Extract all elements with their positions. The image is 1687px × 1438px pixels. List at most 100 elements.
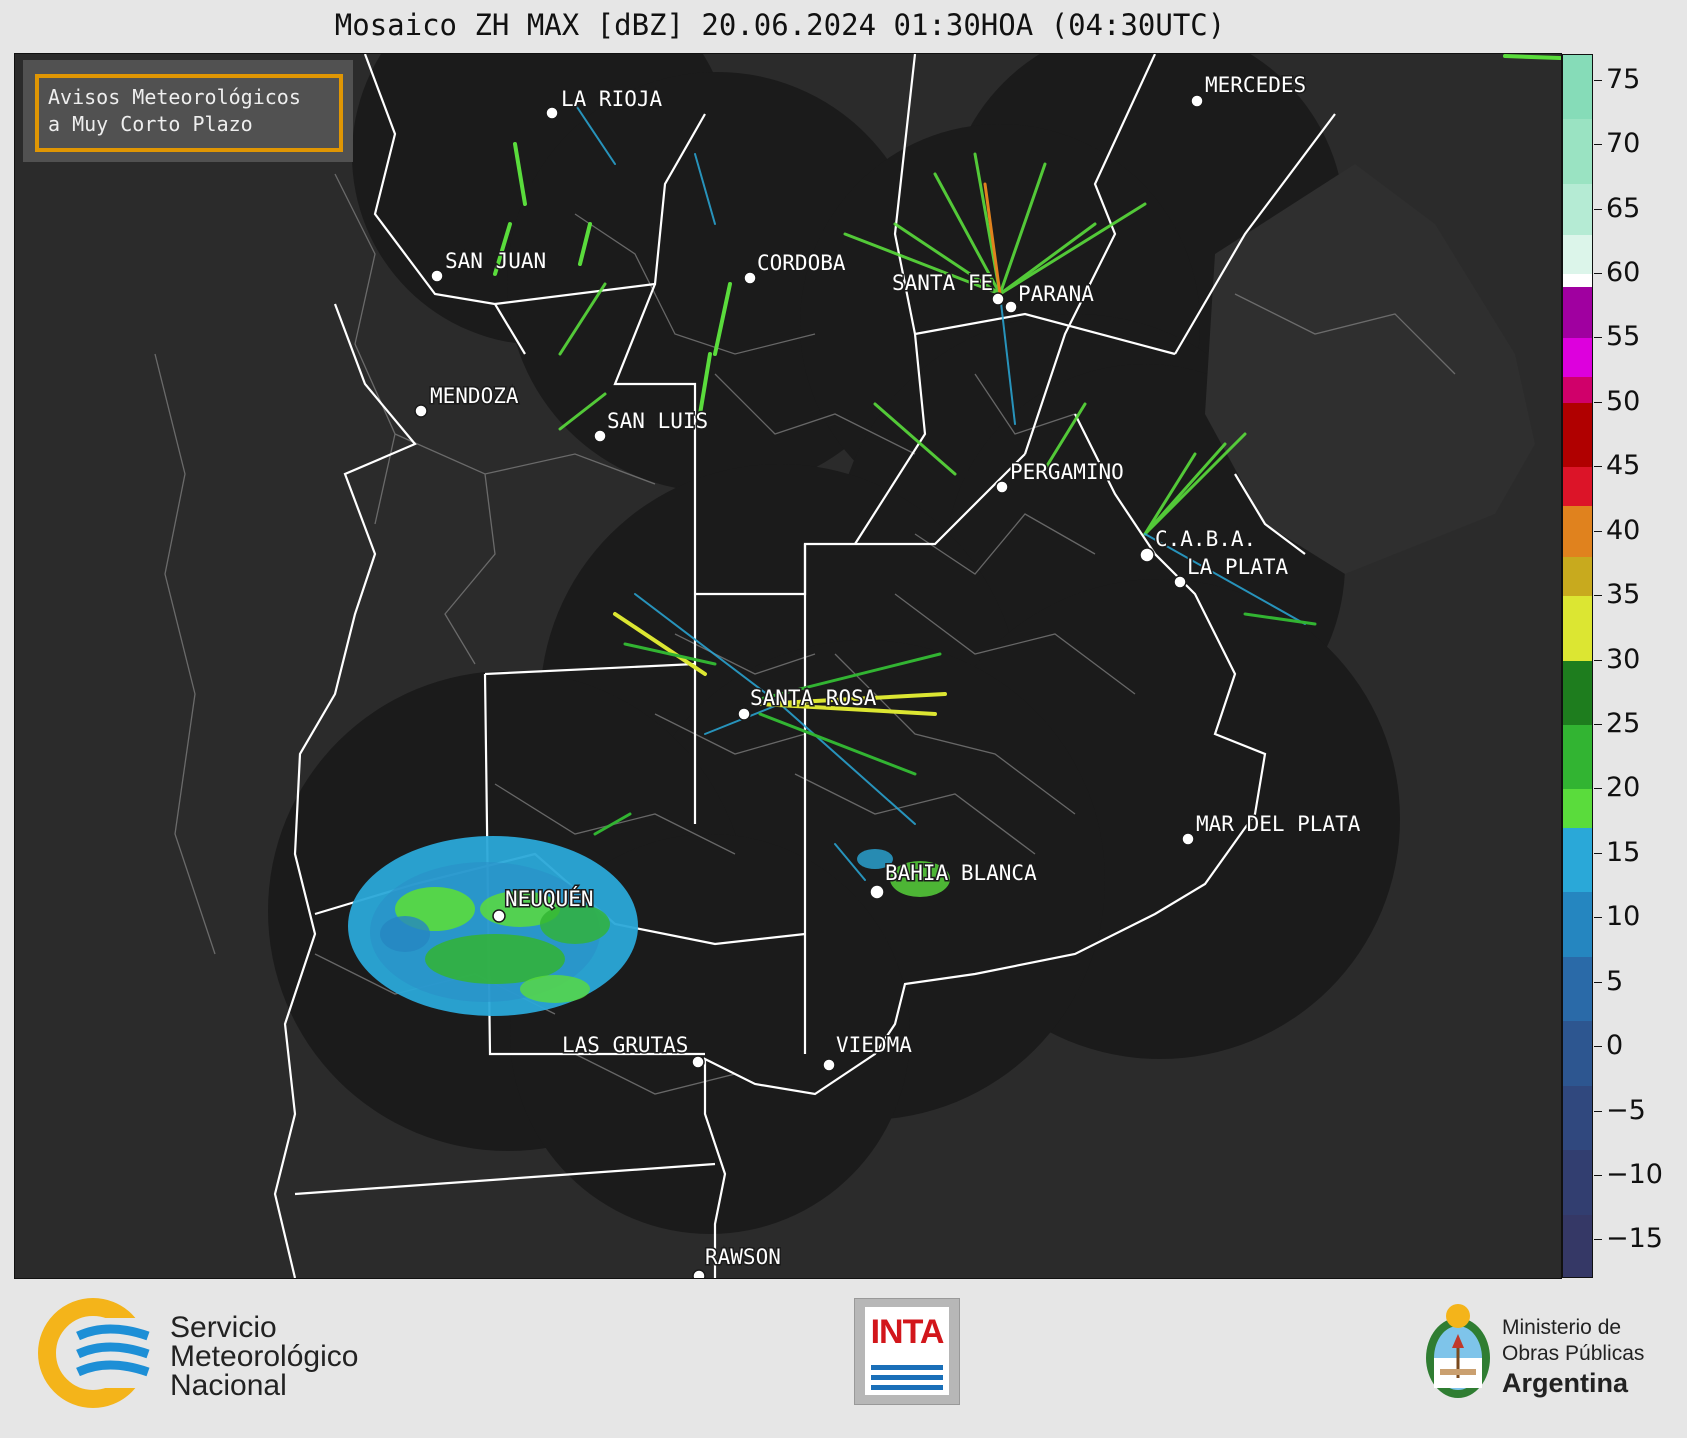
city-dot-santa-fe: [991, 292, 1005, 306]
city-label-neuquen: NEUQUÉN: [505, 886, 594, 911]
colorbar-segment: [1563, 724, 1592, 790]
colorbar-tick-label: −10: [1606, 1158, 1663, 1190]
city-label-pergamino: PERGAMINO: [1010, 460, 1124, 484]
mop-line-1: Ministerio de: [1502, 1316, 1622, 1339]
colorbar-tick: [1594, 723, 1602, 725]
smn-wordmark: Servicio Meteorológico Nacional: [170, 1311, 358, 1401]
map-canvas: LA RIOJA MERCEDES SAN JUAN CORDOBA SANTA…: [154, 54, 1561, 1278]
city-dot-caba: [1139, 547, 1155, 563]
city-label-san-juan: SAN JUAN: [445, 249, 546, 273]
colorbar-tick-label: 35: [1606, 579, 1641, 611]
colorbar-segment: [1563, 892, 1592, 957]
colorbar-tick: [1594, 208, 1602, 210]
colorbar-tick-label: 0: [1606, 1030, 1624, 1062]
colorbar-segment: [1563, 1214, 1592, 1277]
colorbar-tick-label: 75: [1606, 63, 1641, 95]
city-dot-san-luis: [593, 429, 607, 443]
mop-line-2: Obras Públicas: [1502, 1342, 1645, 1365]
mop-wordmark: Ministerio de Obras Públicas Argentina: [1502, 1315, 1644, 1399]
smn-line-1: Servicio: [170, 1311, 277, 1344]
city-label-las-grutas: LAS GRUTAS: [562, 1033, 688, 1057]
colorbar-tick-label: 10: [1606, 901, 1641, 933]
colorbar-segment: [1563, 467, 1592, 506]
city-label-rawson: RAWSON: [705, 1245, 781, 1269]
colorbar-segment: [1563, 660, 1592, 725]
city-label-santa-rosa: SANTA ROSA: [750, 686, 877, 710]
colorbar-tick: [1594, 1239, 1602, 1241]
colorbar-tick: [1594, 273, 1602, 275]
city-dot-neuquen: [492, 909, 506, 923]
inta-logo-icon: INTA: [854, 1298, 960, 1405]
colorbar-tick: [1594, 530, 1602, 532]
colorbar-segment: [1563, 235, 1592, 275]
colorbar-tick-label: 70: [1606, 128, 1641, 160]
city-dot-parana: [1004, 300, 1018, 314]
city-label-santa-fe: SANTA FE: [892, 271, 993, 295]
inta-stripe-3: [871, 1385, 943, 1390]
colorbar-tick-label: 50: [1606, 385, 1641, 417]
chart-title: Mosaico ZH MAX [dBZ] 20.06.2024 01:30HOA…: [334, 8, 1226, 42]
city-label-mar-del-plata: MAR DEL PLATA: [1196, 812, 1361, 836]
inta-stripe-2: [871, 1375, 943, 1380]
radar-coverage-layer: [268, 54, 1400, 1234]
argentina-coat-of-arms-icon: [1426, 1304, 1490, 1398]
mop-line-3: Argentina: [1502, 1368, 1629, 1398]
colorbar-segment: [1563, 1021, 1592, 1086]
city-dot-santa-rosa: [737, 707, 751, 721]
city-label-bahia-blanca: BAHIA BLANCA: [885, 861, 1037, 885]
colorbar-tick-label: −15: [1606, 1223, 1663, 1255]
colorbar-segment: [1563, 1085, 1592, 1151]
colorbar-tick-label: 65: [1606, 192, 1641, 224]
colorbar-tick-label: −5: [1606, 1094, 1646, 1126]
colorbar-tick: [1594, 1174, 1602, 1176]
city-label-mendoza: MENDOZA: [430, 384, 519, 408]
colorbar-tick: [1594, 1110, 1602, 1112]
city-dot-cordoba: [743, 271, 757, 285]
colorbar-tick: [1594, 595, 1602, 597]
city-label-mercedes: MERCEDES: [1205, 73, 1306, 97]
city-label-san-luis: SAN LUIS: [607, 409, 708, 433]
inta-wordmark: INTA: [870, 1313, 945, 1351]
colorbar-tick-label: 45: [1606, 450, 1641, 482]
city-dot-mercedes: [1190, 94, 1204, 108]
colorbar-tick-label: 15: [1606, 836, 1641, 868]
colorbar-tick-label: 60: [1606, 257, 1641, 289]
colorbar-segment: [1563, 1150, 1592, 1215]
colorbar-tick: [1594, 79, 1602, 81]
smn-logo-icon: [38, 1298, 158, 1408]
colorbar-segment: [1563, 596, 1592, 661]
radar-map[interactable]: LA RIOJA MERCEDES SAN JUAN CORDOBA SANTA…: [14, 53, 1562, 1279]
colorbar-segment: [1563, 286, 1592, 339]
colorbar-tick-label: 5: [1606, 965, 1624, 997]
colorbar-tick: [1594, 337, 1602, 339]
city-label-viedma: VIEDMA: [836, 1033, 912, 1057]
colorbar-segment: [1563, 274, 1592, 287]
avisos-link-box[interactable]: Avisos Meteorológicos a Muy Corto Plazo: [35, 74, 343, 152]
footer: Servicio Meteorológico Nacional INTA Min…: [0, 1278, 1687, 1438]
city-dot-bahia-blanca: [869, 884, 885, 900]
colorbar-segment: [1563, 789, 1592, 829]
colorbar-segment: [1563, 338, 1592, 378]
colorbar-segment: [1563, 557, 1592, 597]
colorbar-tick-label: 40: [1606, 514, 1641, 546]
city-dot-mendoza: [414, 404, 428, 418]
avisos-panel[interactable]: Avisos Meteorológicos a Muy Corto Plazo: [23, 60, 353, 162]
colorbar-segment: [1563, 402, 1592, 468]
colorbar-segment: [1563, 377, 1592, 403]
colorbar-tick: [1594, 401, 1602, 403]
city-label-la-rioja: LA RIOJA: [561, 87, 663, 111]
inta-stripe-1: [871, 1365, 943, 1370]
city-dot-viedma: [822, 1058, 836, 1072]
avisos-line-1: Avisos Meteorológicos: [48, 85, 301, 109]
colorbar-tick: [1594, 466, 1602, 468]
colorbar: [1562, 54, 1593, 1278]
city-label-caba: C.A.B.A.: [1155, 527, 1256, 551]
avisos-line-2: a Muy Corto Plazo: [48, 112, 253, 136]
city-dot-rawson: [692, 1269, 706, 1278]
colorbar-tick: [1594, 1046, 1602, 1048]
colorbar-tick: [1594, 788, 1602, 790]
colorbar-tick-label: 20: [1606, 772, 1641, 804]
colorbar-tick-label: 25: [1606, 707, 1641, 739]
colorbar-segment: [1563, 505, 1592, 558]
city-dot-pergamino: [995, 480, 1009, 494]
